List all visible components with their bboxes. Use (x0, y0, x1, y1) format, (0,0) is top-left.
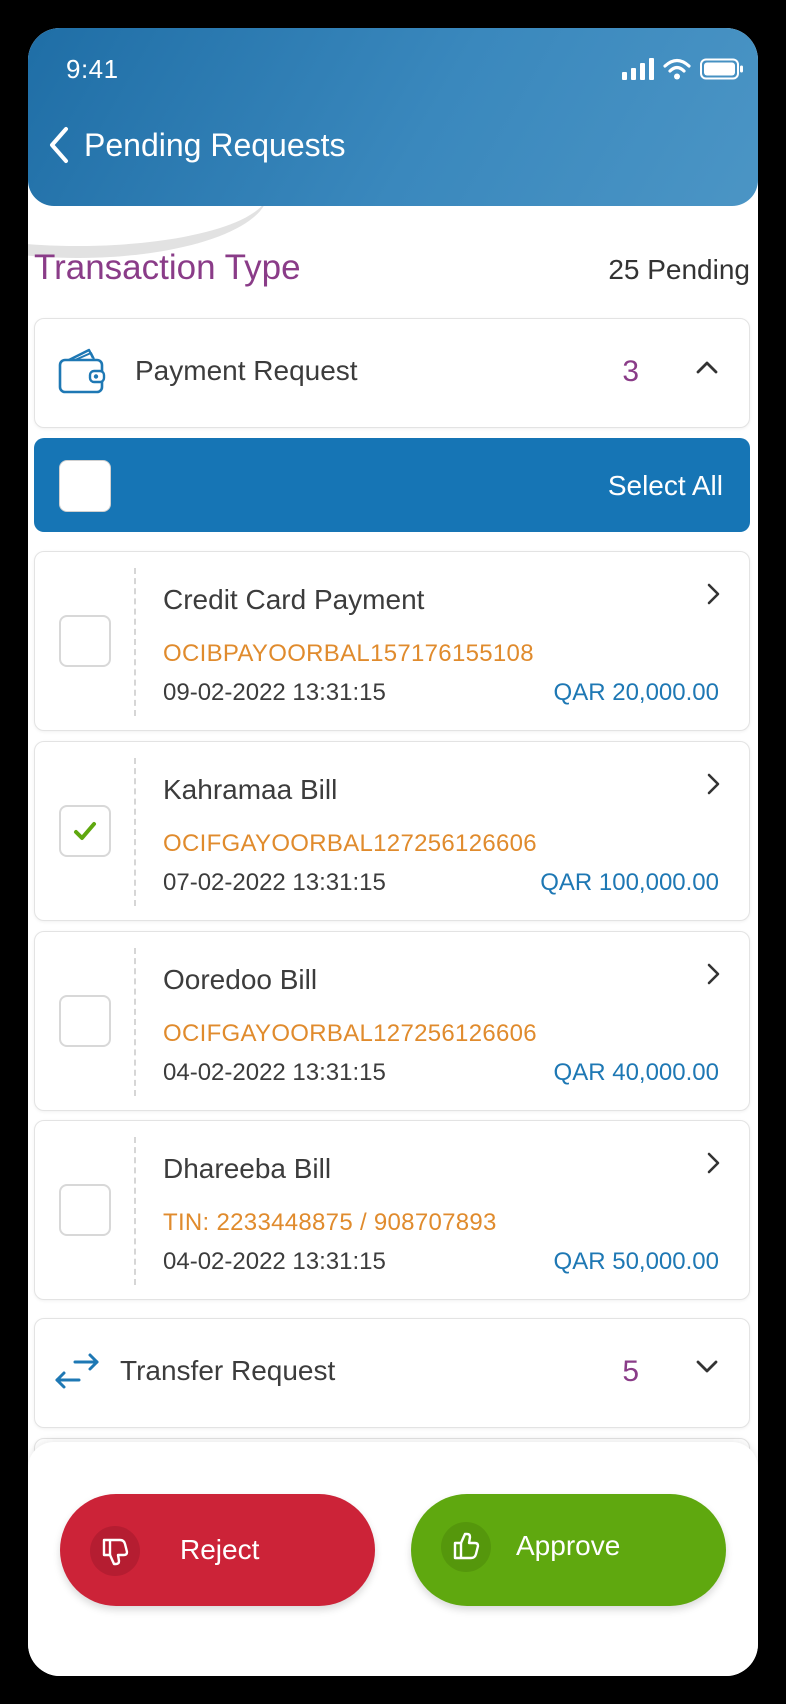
chevron-right-icon[interactable] (705, 772, 721, 796)
thumbs-down-icon (90, 1526, 140, 1576)
wallet-icon (58, 348, 106, 394)
transaction-amount: QAR 50,000.00 (553, 1248, 719, 1275)
battery-icon (700, 58, 743, 80)
back-chevron-icon[interactable] (48, 126, 70, 164)
transaction-amount: QAR 20,000.00 (553, 679, 719, 706)
app-header: 9:41 Pending Requests (28, 28, 758, 206)
approve-button[interactable]: Approve (411, 1494, 726, 1606)
chevron-right-icon[interactable] (705, 582, 721, 606)
chevron-right-icon[interactable] (705, 962, 721, 986)
checkmark-icon (74, 822, 96, 840)
transaction-item-dhareeba-bill[interactable]: Dhareeba Bill TIN: 2233448875 / 90870789… (34, 1120, 750, 1300)
transaction-reference: TIN: 2233448875 / 908707893 (163, 1209, 497, 1236)
payment-request-group[interactable]: Payment Request 3 (34, 318, 750, 428)
transaction-date: 07-02-2022 13:31:15 (163, 869, 386, 896)
page-title: Pending Requests (84, 126, 346, 163)
transfer-arrows-icon (55, 1353, 99, 1389)
approve-label: Approve (516, 1530, 621, 1561)
bottom-action-panel: Reject Approve (28, 1442, 758, 1676)
transaction-item-credit-card-payment[interactable]: Credit Card Payment OCIBPAYOORBAL1571761… (34, 551, 750, 731)
payment-request-count: 3 (622, 355, 639, 388)
select-all-bar[interactable]: Select All (34, 438, 750, 532)
header-title-group: Pending Requests (48, 126, 346, 164)
transaction-item-ooredoo-bill[interactable]: Ooredoo Bill OCIFGAYOORBAL127256126606 0… (34, 931, 750, 1111)
transaction-title: Dhareeba Bill (163, 1153, 332, 1184)
status-time: 9:41 (66, 54, 119, 84)
transaction-date: 04-02-2022 13:31:15 (163, 1248, 386, 1275)
transaction-title: Kahramaa Bill (163, 774, 338, 805)
transaction-title: Ooredoo Bill (163, 964, 318, 995)
dashed-divider (134, 948, 136, 1096)
section-heading: Transaction Type 25 Pending (34, 248, 750, 288)
reject-button[interactable]: Reject (60, 1494, 375, 1606)
select-all-label: Select All (607, 470, 723, 501)
transaction-reference: OCIBPAYOORBAL157176155108 (163, 640, 534, 667)
signal-icon (622, 58, 654, 80)
phone-screen: 9:41 Pending Requests Transaction Type 2… (28, 28, 758, 1676)
chevron-up-icon[interactable] (695, 359, 719, 375)
chevron-right-icon[interactable] (705, 1151, 721, 1175)
transfer-request-group[interactable]: Transfer Request 5 (34, 1318, 750, 1428)
section-title: Transaction Type (34, 248, 301, 287)
transaction-checkbox[interactable] (59, 615, 111, 667)
transfer-request-count: 5 (622, 1355, 639, 1388)
reject-label: Reject (180, 1534, 260, 1565)
transaction-reference: OCIFGAYOORBAL127256126606 (163, 830, 537, 857)
dashed-divider (134, 568, 136, 716)
transaction-item-kahramaa-bill[interactable]: Kahramaa Bill OCIFGAYOORBAL127256126606 … (34, 741, 750, 921)
transaction-checkbox-checked[interactable] (59, 805, 111, 857)
select-all-checkbox[interactable] (59, 460, 111, 512)
transaction-title: Credit Card Payment (163, 584, 425, 615)
transfer-request-label: Transfer Request (120, 1355, 336, 1386)
transaction-checkbox[interactable] (59, 1184, 111, 1236)
transaction-checkbox[interactable] (59, 995, 111, 1047)
dashed-divider (134, 758, 136, 906)
wifi-icon (663, 58, 691, 80)
payment-request-label: Payment Request (135, 355, 358, 386)
thumbs-up-icon (441, 1522, 491, 1572)
transaction-reference: OCIFGAYOORBAL127256126606 (163, 1020, 537, 1047)
transaction-amount: QAR 40,000.00 (553, 1059, 719, 1086)
transaction-amount: QAR 100,000.00 (540, 869, 719, 896)
transaction-date: 09-02-2022 13:31:15 (163, 679, 386, 706)
status-icons (622, 58, 744, 80)
chevron-down-icon[interactable] (695, 1359, 719, 1375)
dashed-divider (134, 1137, 136, 1285)
transaction-date: 04-02-2022 13:31:15 (163, 1059, 386, 1086)
pending-count: 25 Pending (608, 254, 750, 285)
